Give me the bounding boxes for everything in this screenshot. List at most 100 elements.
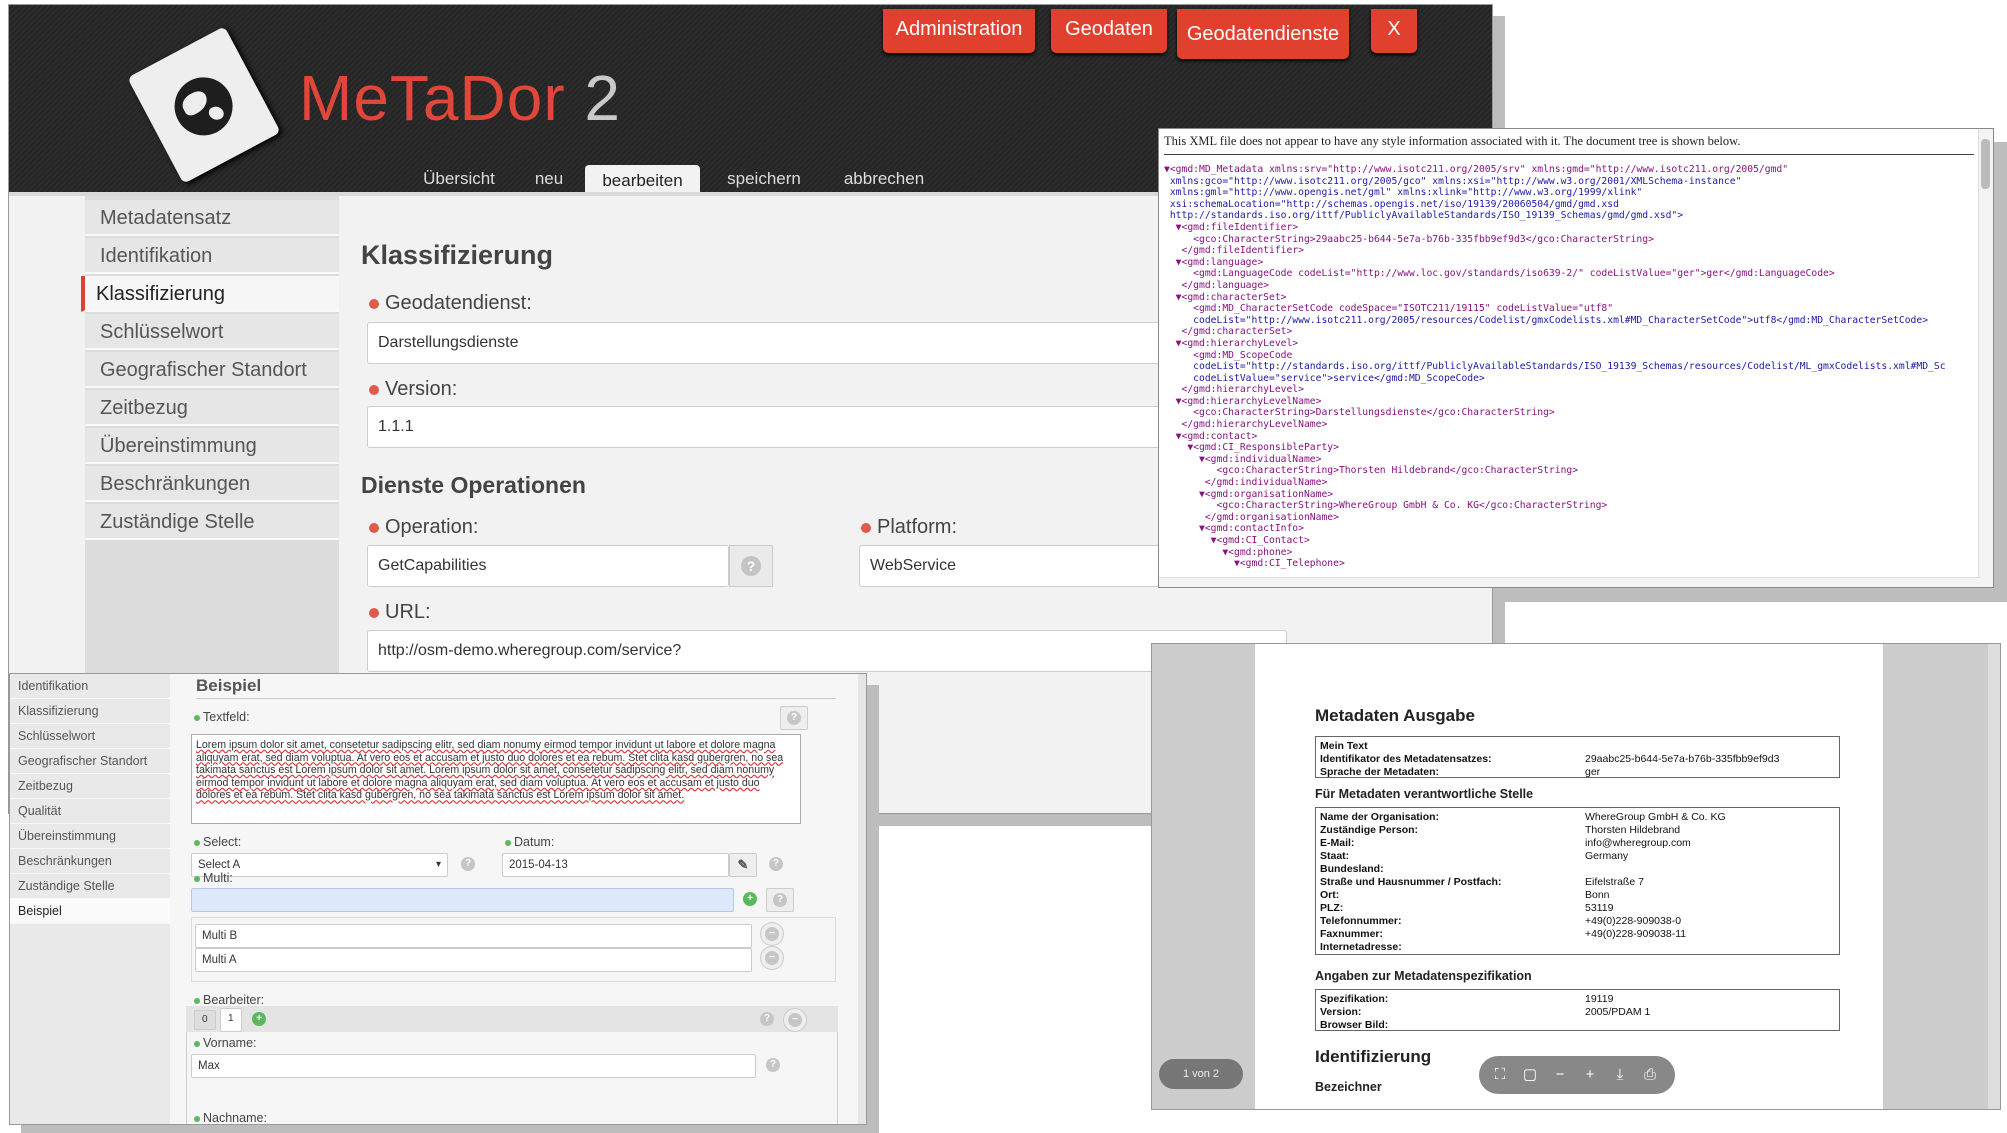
vorname-input[interactable]: Max — [191, 1054, 756, 1078]
print-icon[interactable]: ⎙ — [1641, 1066, 1659, 1084]
wrench-icon: ✎ — [737, 857, 749, 872]
vorname-help-button[interactable]: ? — [760, 1054, 788, 1078]
pdf-table-row: Ort: Bonn — [1320, 889, 1610, 902]
sidebar-item-zustaendige-stelle[interactable]: Zuständige Stelle — [85, 504, 339, 540]
pdf-table-row: Internetadresse: — [1320, 941, 1585, 954]
bearbeiter-tab-0[interactable]: 0 — [194, 1010, 216, 1030]
select-help-button[interactable]: ? — [455, 853, 483, 877]
close-button[interactable]: X — [1371, 9, 1417, 53]
example-sidebar-item-qualitaet[interactable]: Qualität — [10, 799, 170, 824]
sidebar-item-zeitbezug[interactable]: Zeitbezug — [85, 390, 339, 426]
datum-label: Datum: — [505, 835, 554, 849]
xml-line: </gmd:hierarchyLevel> — [1164, 384, 1304, 396]
example-sidebar-item-zeitbezug[interactable]: Zeitbezug — [10, 774, 170, 799]
example-sidebar-item-beschraenkungen[interactable]: Beschränkungen — [10, 849, 170, 874]
pdf-row-key: Straße und Hausnummer / Postfach: — [1320, 876, 1502, 888]
example-scrollbar[interactable] — [858, 674, 866, 1124]
pdf-table-row: Bundesland: — [1320, 863, 1585, 876]
multi-b-remove-button[interactable]: − — [760, 922, 784, 946]
sidebar-item-uebereinstimmung[interactable]: Übereinstimmung — [85, 428, 339, 464]
pdf-section2-title: Für Metadaten verantwortliche Stelle — [1315, 787, 1534, 801]
divider — [196, 698, 836, 699]
pdf-row-key: E-Mail: — [1320, 837, 1355, 849]
multi-input[interactable] — [191, 888, 734, 912]
example-sidebar-item-beispiel[interactable]: Beispiel — [10, 899, 170, 924]
multi-item-a[interactable]: Multi A — [195, 948, 752, 972]
textfeld-help-button[interactable]: ? — [780, 706, 808, 730]
xml-vertical-scrollbar[interactable] — [1978, 129, 1993, 587]
example-sidebar-item-uebereinstimmung[interactable]: Übereinstimmung — [10, 824, 170, 849]
sidebar-item-beschraenkungen[interactable]: Beschränkungen — [85, 466, 339, 502]
bearbeiter-help-button[interactable]: ? — [754, 1008, 782, 1032]
sidebar-item-identifikation[interactable]: Identifikation — [85, 238, 339, 274]
platform-label: Platform: — [861, 516, 957, 539]
xml-scroll-thumb[interactable] — [1981, 139, 1990, 189]
geodatendienst-select[interactable]: Darstellungsdienste — [367, 322, 1287, 364]
tab-abbrechen[interactable]: abbrechen — [829, 169, 939, 196]
pdf-page: Metadaten Ausgabe Mein Text Identifikator… — [1255, 644, 1883, 1109]
tab-speichern[interactable]: speichern — [709, 169, 819, 196]
xml-line: ▼<gmd:individualName> — [1164, 453, 1322, 465]
pdf-row-key: Version: — [1320, 1006, 1362, 1018]
tab-bearbeiten[interactable]: bearbeiten — [585, 165, 700, 196]
datum-picker-button[interactable]: ✎ — [729, 853, 757, 877]
zoom-out-icon[interactable]: − — [1551, 1066, 1569, 1084]
example-sidebar-item-zustaendige-stelle[interactable]: Zuständige Stelle — [10, 874, 170, 899]
pdf-row-key: Faxnummer: — [1320, 928, 1384, 940]
datum-input[interactable]: 2015-04-13 — [502, 853, 729, 877]
help-icon: ? — [766, 1058, 780, 1072]
pdf-viewer-window: Metadaten Ausgabe Mein Text Identifikator… — [1151, 643, 2001, 1110]
pdf-section-general: Mein Text Identifikator des Metadatensatz… — [1315, 736, 1840, 778]
help-icon: ? — [760, 1012, 774, 1026]
example-sidebar-item-schluesselwort[interactable]: Schlüsselwort — [10, 724, 170, 749]
example-sidebar-item-geografischer-standort[interactable]: Geografischer Standort — [10, 749, 170, 774]
version-input[interactable]: 1.1.1 — [367, 406, 1287, 448]
bearbeiter-tabbar — [186, 1006, 838, 1032]
bearbeiter-remove-button[interactable]: − — [783, 1008, 807, 1032]
operation-input[interactable]: GetCapabilities — [367, 545, 729, 587]
nav-geodaten-button[interactable]: Geodaten — [1051, 9, 1167, 53]
pdf-table-row: Straße und Hausnummer / Postfach: Eifelst… — [1320, 876, 1644, 889]
pdf-row-key: Mein Text — [1320, 740, 1368, 752]
example-sidebar-item-identifikation[interactable]: Identifikation — [10, 674, 170, 699]
multi-help-button[interactable]: ? — [766, 888, 794, 912]
multi-add-button[interactable]: + — [737, 888, 765, 912]
bearbeiter-tab-1[interactable]: 1 — [220, 1008, 242, 1032]
sidebar-item-schluesselwort[interactable]: Schlüsselwort — [85, 314, 339, 350]
xml-line: ▼<gmd:MD_Metadata xmlns:srv="http://www.… — [1164, 164, 1789, 175]
multi-item-b[interactable]: Multi B — [195, 924, 752, 948]
multi-label: Multi: — [194, 871, 233, 885]
pdf-section-contact: Name der Organisation: WhereGroup GmbH & … — [1315, 807, 1840, 955]
pdf-row-key: Spezifikation: — [1320, 993, 1389, 1005]
fit-page-icon[interactable]: ⛶ — [1491, 1066, 1509, 1084]
operation-help-button[interactable]: ? — [729, 545, 773, 587]
sidebar-item-metadatensatz[interactable]: Metadatensatz — [85, 200, 339, 236]
help-icon: ? — [773, 893, 787, 907]
xml-line: xmlns:gco="http://www.isotc211.org/2005/… — [1164, 175, 1742, 187]
example-sidebar-item-klassifizierung[interactable]: Klassifizierung — [10, 699, 170, 724]
operation-label: Operation: — [369, 516, 478, 539]
tab-uebersicht[interactable]: Übersicht — [409, 169, 509, 196]
sidebar-item-klassifizierung[interactable]: Klassifizierung — [81, 276, 339, 312]
xml-horizontal-scrollbar[interactable] — [1159, 577, 1980, 587]
download-icon[interactable]: ⤓ — [1611, 1066, 1629, 1084]
pdf-table-row: Mein Text — [1320, 740, 1585, 753]
pdf-scrollbar[interactable] — [1988, 644, 2000, 1109]
logo-globe-icon — [127, 26, 281, 184]
nav-geodatendienste-button[interactable]: Geodatendienste — [1177, 9, 1349, 59]
datum-help-button[interactable]: ? — [763, 853, 791, 877]
pdf-table-row: Identifikator des Metadatensatzes: 29aabc… — [1320, 753, 1779, 766]
page-title: Klassifizierung — [361, 240, 554, 270]
xml-line: ▼<gmd:CI_ResponsibleParty> — [1164, 442, 1339, 454]
url-label: URL: — [369, 601, 431, 624]
fit-width-icon[interactable]: ▢ — [1521, 1066, 1539, 1084]
multi-a-remove-button[interactable]: − — [760, 946, 784, 970]
url-input[interactable]: http://osm-demo.wheregroup.com/service? — [367, 630, 1287, 672]
bearbeiter-add-button[interactable]: + — [246, 1008, 274, 1032]
textfeld-textarea[interactable]: Lorem ipsum dolor sit amet, consetetur s… — [191, 734, 801, 824]
example-form-window: Identifikation Klassifizierung Schlüssel… — [9, 673, 867, 1125]
tab-neu[interactable]: neu — [519, 169, 579, 196]
nav-administration-button[interactable]: Administration — [883, 9, 1035, 53]
sidebar-item-geografischer-standort[interactable]: Geografischer Standort — [85, 352, 339, 388]
zoom-in-icon[interactable]: + — [1581, 1066, 1599, 1084]
